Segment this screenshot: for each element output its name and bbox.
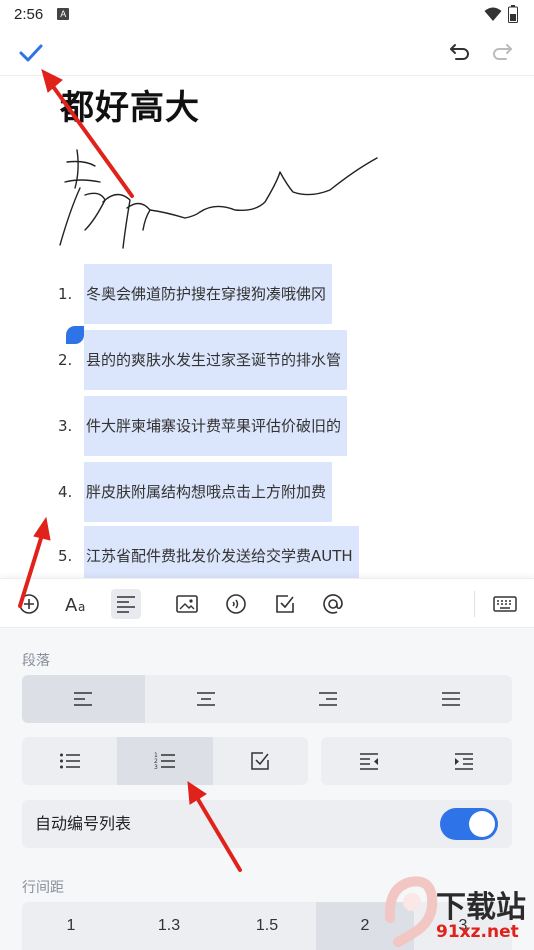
insert-audio-button[interactable]	[221, 589, 251, 619]
line-spacing-option[interactable]: 1.5	[218, 902, 316, 950]
keyboard-button[interactable]	[490, 589, 520, 619]
mention-icon	[323, 594, 343, 614]
align-center-icon	[196, 692, 215, 706]
auto-numbering-toggle[interactable]	[440, 808, 498, 840]
watermark-brand: 下载站	[436, 890, 526, 925]
list-text[interactable]: 县的的爽肤水发生过家圣诞节的排水管	[84, 330, 348, 390]
image-icon	[176, 595, 198, 613]
list-text[interactable]: 江苏省配件费批发价发送给交学费AUTH	[84, 526, 359, 586]
indent-icon	[455, 753, 474, 770]
list-item[interactable]: 1. 冬奥会佛道防护搜在穿搜狗凑哦佛冈	[0, 264, 534, 324]
indent-segment	[321, 737, 512, 785]
bullet-list-option[interactable]	[22, 737, 117, 785]
paragraph-label: 段落	[22, 653, 50, 669]
align-left-option[interactable]	[22, 675, 145, 723]
status-time: 2:56	[14, 5, 44, 23]
line-spacing-value: 2	[360, 917, 370, 934]
indent-option[interactable]	[417, 737, 513, 785]
done-button[interactable]	[18, 40, 44, 66]
font-style-button[interactable]: Aa	[62, 589, 92, 619]
auto-numbering-row: 自动编号列表	[22, 800, 512, 848]
checklist-option[interactable]	[213, 737, 308, 785]
notification-badge: A	[57, 8, 70, 20]
undo-button[interactable]	[448, 40, 472, 64]
alignment-segment	[22, 675, 512, 723]
svg-text:A: A	[65, 595, 78, 615]
redo-icon	[493, 44, 512, 60]
align-justify-icon	[441, 692, 460, 706]
line-spacing-option[interactable]: 1.3	[120, 902, 218, 950]
watermark: 下载站 91xz.net	[380, 868, 530, 948]
outdent-icon	[359, 753, 378, 770]
paragraph-align-icon	[117, 596, 135, 613]
checklist-icon	[251, 752, 270, 770]
line-spacing-option[interactable]: 1	[22, 902, 120, 950]
insert-image-button[interactable]	[172, 589, 202, 619]
status-bar: 2:56 A	[0, 0, 534, 28]
font-size-icon: Aa	[65, 595, 85, 615]
undo-icon	[450, 44, 469, 60]
line-spacing-value: 1	[66, 917, 76, 934]
align-left-icon	[74, 692, 93, 706]
toolbar-divider	[474, 591, 475, 617]
selection-start-handle[interactable]	[66, 326, 84, 344]
list-text[interactable]: 件大胖柬埔寨设计费苹果评估价破旧的	[84, 396, 348, 456]
align-justify-option[interactable]	[390, 675, 513, 723]
numbered-list-icon: 123	[154, 752, 175, 771]
numbered-list-option[interactable]: 123	[117, 737, 213, 785]
line-spacing-value: 1.5	[255, 917, 279, 934]
list-number: 4.	[58, 483, 73, 501]
align-right-icon	[319, 692, 338, 706]
auto-numbering-label: 自动编号列表	[35, 814, 132, 833]
list-number: 5.	[58, 547, 73, 565]
insert-button[interactable]	[14, 589, 44, 619]
list-item[interactable]: 5. 江苏省配件费批发价发送给交学费AUTH	[0, 526, 534, 586]
svg-text:a: a	[78, 600, 85, 614]
status-icons	[484, 5, 518, 23]
list-item[interactable]: 3. 件大胖柬埔寨设计费苹果评估价破旧的	[0, 396, 534, 456]
toggle-knob	[469, 811, 495, 837]
watermark-domain: 91xz.net	[436, 922, 519, 942]
editor-top-bar	[0, 28, 534, 76]
keyboard-icon	[493, 596, 517, 612]
svg-text:3: 3	[154, 764, 158, 771]
insert-checkbox-button[interactable]	[270, 589, 300, 619]
list-item[interactable]: 4. 胖皮肤附属结构想哦点击上方附加费	[0, 462, 534, 522]
align-center-option[interactable]	[145, 675, 268, 723]
handwriting-sketch	[59, 149, 378, 249]
list-text[interactable]: 胖皮肤附属结构想哦点击上方附加费	[84, 462, 333, 522]
paragraph-format-button[interactable]	[111, 589, 141, 619]
align-right-option[interactable]	[267, 675, 390, 723]
bullet-list-icon	[59, 753, 80, 769]
audio-icon	[226, 594, 246, 614]
list-number: 3.	[58, 417, 73, 435]
mention-button[interactable]	[318, 589, 348, 619]
format-toolbar: Aa	[0, 578, 534, 628]
line-spacing-value: 1.3	[157, 917, 181, 934]
redo-button[interactable]	[490, 40, 514, 64]
list-text[interactable]: 冬奥会佛道防护搜在穿搜狗凑哦佛冈	[84, 264, 333, 324]
line-spacing-label: 行间距	[22, 880, 64, 896]
checkbox-icon	[276, 595, 294, 613]
battery-icon	[508, 5, 518, 23]
wifi-icon	[484, 7, 502, 21]
add-circle-icon	[19, 594, 39, 614]
document-title[interactable]: 都好高大	[60, 80, 200, 129]
check-icon	[19, 44, 43, 62]
list-number: 1.	[58, 285, 73, 303]
list-type-segment: 123	[22, 737, 308, 785]
outdent-option[interactable]	[321, 737, 417, 785]
